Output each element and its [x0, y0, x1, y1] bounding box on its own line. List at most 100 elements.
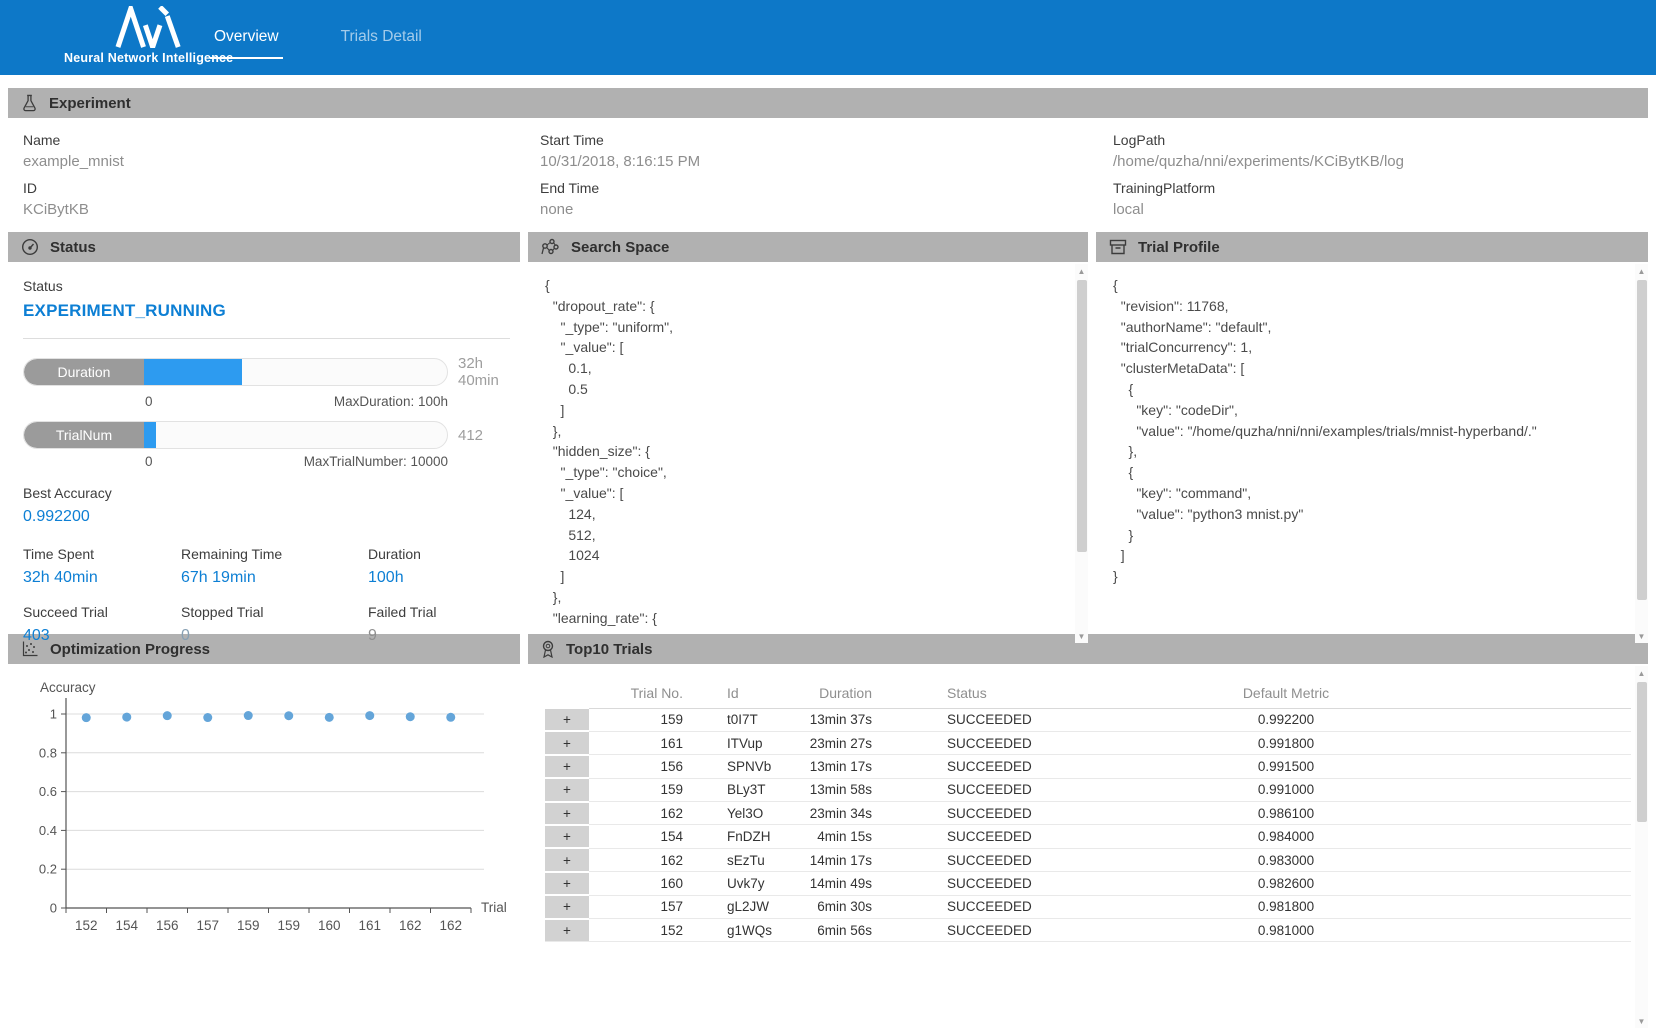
chart-element: 156 [156, 918, 179, 933]
trial-duration-cell: 23min 34s [795, 802, 875, 825]
trial-duration-cell: 6min 30s [795, 895, 875, 918]
best-accuracy-label: Best Accuracy [23, 485, 520, 501]
field-value: local [1113, 201, 1648, 218]
trial-duration-cell: 23min 27s [795, 731, 875, 754]
trial-status-cell: SUCCEEDED [875, 919, 1105, 942]
trial-profile-json: { "revision": 11768, "authorName": "defa… [1096, 262, 1648, 587]
duration-progress-row: Duration 32h 40min [23, 355, 520, 389]
expand-trial-button[interactable]: + [545, 919, 589, 942]
trial-metric-cell: 0.992200 [1105, 708, 1467, 731]
experiment-title: Experiment [49, 95, 131, 112]
data-point [406, 712, 415, 721]
expand-trial-button[interactable]: + [545, 848, 589, 871]
trial-status-cell: SUCCEEDED [875, 872, 1105, 895]
data-point [203, 713, 212, 722]
trial-no-cell: 159 [589, 708, 695, 731]
trial-metric-cell: 0.981000 [1105, 919, 1467, 942]
field-value: /home/quzha/nni/experiments/KCiBytKB/log [1113, 153, 1648, 170]
trial-metric-cell: 0.991000 [1105, 778, 1467, 801]
trial-id-cell: SPNVb [695, 755, 795, 778]
trial-status-cell: SUCCEEDED [875, 708, 1105, 731]
filler-column-header [1467, 678, 1631, 708]
expand-trial-button[interactable]: + [545, 825, 589, 848]
trialnum-progress-row: TrialNum 412 [23, 421, 520, 449]
tab-overview[interactable]: Overview [212, 26, 281, 50]
expand-trial-button[interactable]: + [545, 872, 589, 895]
trial-status-cell: SUCCEEDED [875, 802, 1105, 825]
trial-no-cell: 162 [589, 802, 695, 825]
trial-metric-cell: 0.991800 [1105, 731, 1467, 754]
nav-tabs: Overview Trials Detail [212, 0, 424, 75]
field-value: 10/31/2018, 8:16:15 PM [540, 153, 1113, 170]
trialnum-bar-track [144, 422, 447, 448]
trial-id-cell: ITVup [695, 731, 795, 754]
scrollbar-thumb[interactable] [1637, 280, 1647, 600]
expand-trial-button[interactable]: + [545, 895, 589, 918]
gauge-icon [21, 238, 39, 256]
trial-row: +162sEzTu14min 17sSUCCEEDED0.983000 [545, 848, 1631, 871]
status-panel: Status Status EXPERIMENT_RUNNING Duratio… [8, 232, 520, 645]
best-accuracy: Best Accuracy 0.992200 [23, 485, 520, 526]
trial-id-cell: sEzTu [695, 848, 795, 871]
chart-element: 154 [115, 918, 138, 933]
tab-trials-detail[interactable]: Trials Detail [339, 26, 424, 50]
nni-logo: Neural Network Intelligence [64, 6, 233, 65]
trial-row: +154FnDZH4min 15sSUCCEEDED0.984000 [545, 825, 1631, 848]
scroll-up-icon[interactable]: ▲ [1075, 264, 1088, 278]
scroll-down-icon[interactable]: ▼ [1635, 1014, 1648, 1028]
filler-cell [1467, 778, 1631, 801]
trial-status-cell: SUCCEEDED [875, 778, 1105, 801]
scroll-down-icon[interactable]: ▼ [1635, 629, 1648, 643]
status-section-header: Status [8, 232, 520, 262]
best-accuracy-value: 0.992200 [23, 508, 520, 526]
col-status: Status [875, 678, 1105, 708]
data-point [284, 711, 293, 720]
top-trials-table: Trial No. Id Duration Status Default Met… [545, 678, 1631, 942]
trial-id-cell: Yel3O [695, 802, 795, 825]
trial-profile-scrollbar[interactable]: ▲ ▼ [1635, 264, 1648, 643]
expand-column-header [545, 678, 589, 708]
trial-duration-cell: 14min 17s [795, 848, 875, 871]
optimization-chart-body: 00.20.40.60.8115215415615715915916016116… [8, 664, 520, 1030]
scrollbar-thumb[interactable] [1637, 682, 1647, 822]
scroll-down-icon[interactable]: ▼ [1075, 629, 1088, 643]
scroll-up-icon[interactable]: ▲ [1635, 264, 1648, 278]
trialnum-bar-scale: 0 MaxTrialNumber: 10000 [145, 454, 448, 469]
experiment-col-1: Name example_mnist ID KCiBytKB [23, 122, 540, 232]
filler-cell [1467, 919, 1631, 942]
field-label: LogPath [1113, 132, 1648, 148]
top-trials-scrollbar[interactable]: ▲ ▼ [1635, 666, 1648, 1028]
scroll-up-icon[interactable]: ▲ [1635, 666, 1648, 680]
experiment-col-3: LogPath /home/quzha/nni/experiments/KCiB… [1113, 122, 1648, 232]
data-point [244, 711, 253, 720]
filler-cell [1467, 825, 1631, 848]
status-stats-grid: Time Spent 32h 40min Remaining Time 67h … [23, 546, 520, 645]
trial-row: +159t0I7T13min 37sSUCCEEDED0.992200 [545, 708, 1631, 731]
trialnum-bar-value: 412 [458, 427, 483, 444]
chart-element: 0.8 [39, 745, 57, 760]
chart-element: 159 [277, 918, 300, 933]
expand-trial-button[interactable]: + [545, 778, 589, 801]
data-point [82, 713, 91, 722]
duration-progress-bar: Duration [23, 358, 448, 386]
field-label: Name [23, 132, 540, 148]
data-point [325, 713, 334, 722]
scrollbar-thumb[interactable] [1077, 280, 1087, 552]
duration-bar-fill [144, 359, 242, 385]
trial-no-cell: 152 [589, 919, 695, 942]
experiment-panel: Experiment Name example_mnist ID KCiBytK… [8, 88, 1648, 232]
expand-trial-button[interactable]: + [545, 802, 589, 825]
trial-no-cell: 156 [589, 755, 695, 778]
search-space-scrollbar[interactable]: ▲ ▼ [1075, 264, 1088, 643]
top-trials-tbody: +159t0I7T13min 37sSUCCEEDED0.992200+161I… [545, 708, 1631, 942]
brand-text: Neural Network Intelligence [64, 51, 233, 65]
stat-remaining-time: Remaining Time 67h 19min [181, 546, 368, 587]
expand-trial-button[interactable]: + [545, 731, 589, 754]
chart-element: 0 [50, 901, 57, 916]
trial-metric-cell: 0.983000 [1105, 848, 1467, 871]
trial-metric-cell: 0.984000 [1105, 825, 1467, 848]
chart-element: 0.6 [39, 784, 57, 799]
expand-trial-button[interactable]: + [545, 708, 589, 731]
chart-element: 161 [358, 918, 381, 933]
expand-trial-button[interactable]: + [545, 755, 589, 778]
